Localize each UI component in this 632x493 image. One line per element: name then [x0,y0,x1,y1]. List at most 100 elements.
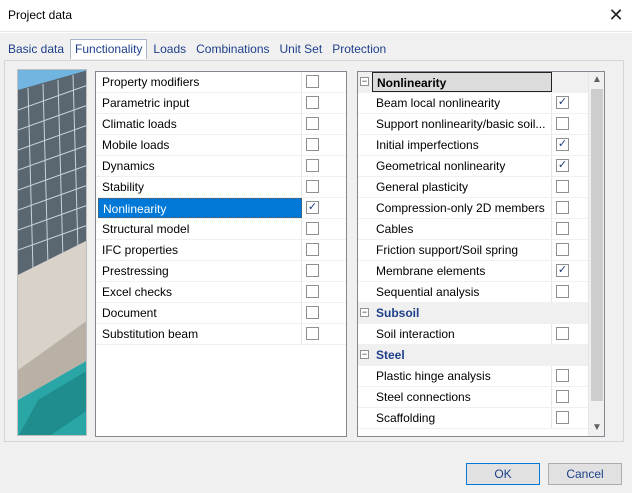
list-item-prestressing[interactable]: Prestressing [96,261,346,282]
functionality-list: Property modifiers Parametric input Clim… [95,71,347,437]
tree-item-cables[interactable]: Cables [358,219,588,240]
tree-group-label: Steel [376,348,405,362]
list-item-nonlinearity[interactable]: Nonlinearity ✓ [96,198,346,219]
list-item-label: Stability [98,177,302,197]
tree-item-steel-connections[interactable]: Steel connections [358,387,588,408]
tree-item-scaffolding[interactable]: Scaffolding [358,408,588,429]
list-item-parametric-input[interactable]: Parametric input [96,93,346,114]
checkbox[interactable] [306,327,319,340]
tree-item-friction-support[interactable]: Friction support/Soil spring [358,240,588,261]
checkbox-checked[interactable]: ✓ [556,159,569,172]
tree-item-label: Geometrical nonlinearity [372,156,552,176]
list-item-ifc-properties[interactable]: IFC properties [96,240,346,261]
list-item-label: Excel checks [98,282,302,302]
checkbox[interactable] [306,180,319,193]
checkbox[interactable] [306,96,319,109]
close-icon[interactable]: ✕ [600,0,632,32]
check-icon: ✓ [557,264,568,276]
collapse-icon[interactable]: − [360,308,369,317]
checkbox[interactable] [306,264,319,277]
checkbox[interactable] [556,390,569,403]
scroll-up-icon[interactable]: ▲ [589,72,604,88]
decorative-image [17,69,87,436]
tree-item-sequential-analysis[interactable]: Sequential analysis [358,282,588,303]
tree-item-label: Membrane elements [372,261,552,281]
tree-group-nonlinearity[interactable]: − Nonlinearity [358,72,588,93]
vertical-scrollbar[interactable]: ▲ ▼ [588,72,604,436]
tree-item-general-plasticity[interactable]: General plasticity [358,177,588,198]
collapse-icon[interactable]: − [360,77,369,86]
checkbox[interactable] [556,180,569,193]
checkbox-checked[interactable]: ✓ [556,96,569,109]
tree-item-label: Initial imperfections [372,135,552,155]
tree-item-beam-local-nonlinearity[interactable]: Beam local nonlinearity ✓ [358,93,588,114]
checkbox[interactable] [306,138,319,151]
checkbox[interactable] [306,117,319,130]
list-item-structural-model[interactable]: Structural model [96,219,346,240]
checkbox[interactable] [306,159,319,172]
tree-item-plastic-hinge-analysis[interactable]: Plastic hinge analysis [358,366,588,387]
list-item-substitution-beam[interactable]: Substitution beam [96,324,346,345]
list-item-label: Document [98,303,302,323]
tree-item-label: Compression-only 2D members [372,198,552,218]
checkbox[interactable] [556,327,569,340]
tab-combinations[interactable]: Combinations [192,41,273,59]
checkbox[interactable] [556,201,569,214]
tree-group-label: Nonlinearity [372,72,552,92]
list-item-stability[interactable]: Stability [96,177,346,198]
ok-button[interactable]: OK [466,463,540,485]
tree-item-support-nonlinearity[interactable]: Support nonlinearity/basic soil... [358,114,588,135]
checkbox-checked[interactable]: ✓ [306,201,319,214]
tab-protection[interactable]: Protection [328,41,390,59]
dialog-body: Basic data Functionality Loads Combinati… [0,33,632,493]
cancel-button[interactable]: Cancel [548,463,622,485]
list-item-label: Nonlinearity [98,198,302,218]
checkbox[interactable] [556,285,569,298]
checkbox[interactable] [306,243,319,256]
tree-item-label: Steel connections [372,387,552,407]
list-item-document[interactable]: Document [96,303,346,324]
collapse-icon[interactable]: − [360,350,369,359]
functionality-panel: Property modifiers Parametric input Clim… [4,60,624,442]
checkbox[interactable] [306,75,319,88]
checkbox[interactable] [556,411,569,424]
checkbox[interactable] [306,306,319,319]
list-item-property-modifiers[interactable]: Property modifiers [96,72,346,93]
checkbox[interactable] [556,222,569,235]
checkbox[interactable] [306,285,319,298]
checkbox-checked[interactable]: ✓ [556,264,569,277]
check-icon: ✓ [557,138,568,150]
list-item-excel-checks[interactable]: Excel checks [96,282,346,303]
tree-item-soil-interaction[interactable]: Soil interaction [358,324,588,345]
tab-functionality[interactable]: Functionality [70,39,148,59]
tab-strip: Basic data Functionality Loads Combinati… [4,39,392,61]
tree-item-label: Friction support/Soil spring [372,240,552,260]
checkbox[interactable] [306,222,319,235]
checkbox[interactable] [556,117,569,130]
scroll-thumb[interactable] [591,89,603,401]
list-item-label: Parametric input [98,93,302,113]
tree-item-geometrical-nonlinearity[interactable]: Geometrical nonlinearity ✓ [358,156,588,177]
check-icon: ✓ [557,96,568,108]
tab-basic-data[interactable]: Basic data [4,41,68,59]
tree-item-label: Soil interaction [372,324,552,344]
nonlinearity-options-tree: − Nonlinearity Beam local nonlinearity ✓… [357,71,605,437]
tree-group-subsoil[interactable]: − Subsoil [358,303,588,324]
tree-item-compression-only-2d[interactable]: Compression-only 2D members [358,198,588,219]
tree-group-label: Subsoil [376,306,420,320]
list-item-climatic-loads[interactable]: Climatic loads [96,114,346,135]
tab-unit-set[interactable]: Unit Set [276,41,327,59]
checkbox[interactable] [556,369,569,382]
checkbox[interactable] [556,243,569,256]
scroll-down-icon[interactable]: ▼ [589,420,604,436]
window-title: Project data [8,8,73,22]
tree-item-initial-imperfections[interactable]: Initial imperfections ✓ [358,135,588,156]
list-item-mobile-loads[interactable]: Mobile loads [96,135,346,156]
list-item-dynamics[interactable]: Dynamics [96,156,346,177]
tree-item-label: Sequential analysis [372,282,552,302]
tree-item-label: Plastic hinge analysis [372,366,552,386]
tab-loads[interactable]: Loads [149,41,190,59]
tree-item-membrane-elements[interactable]: Membrane elements ✓ [358,261,588,282]
checkbox-checked[interactable]: ✓ [556,138,569,151]
tree-group-steel[interactable]: − Steel [358,345,588,366]
